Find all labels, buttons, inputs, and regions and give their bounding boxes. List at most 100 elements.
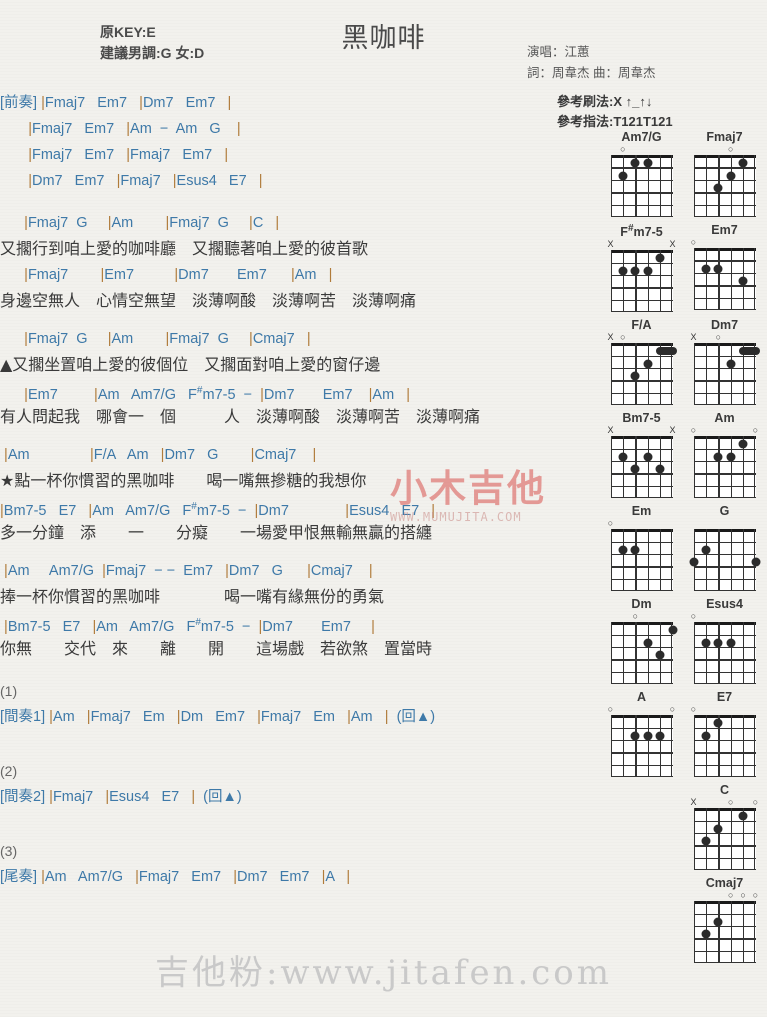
fret-line: [610, 634, 673, 636]
string-line: [730, 248, 733, 310]
fret-line: [693, 857, 756, 860]
fret-line: [693, 634, 756, 636]
chord-diagram-a: A ○ ○: [600, 690, 683, 778]
fret-line: [693, 392, 756, 395]
chord-open-mute-markers: ○ ○: [691, 426, 758, 436]
string-line: [743, 715, 745, 778]
open-string-marker: ○: [607, 704, 614, 715]
chord-sheet: 原KEY:E 建議男調:G 女:D 黑咖啡 演唱：江蕙 詞：周韋杰 曲：周韋杰 …: [0, 0, 767, 1017]
fret-line: [693, 367, 756, 370]
chord-diagram-row: C X ○ ○: [600, 783, 767, 871]
finger-dot: [701, 264, 711, 274]
nut: [693, 715, 756, 719]
string-line: [671, 529, 673, 592]
chord-diagram-row: Bm7-5 X X Am ○ ○: [600, 411, 767, 499]
chord-diagram-dm7: Dm7 X ○: [683, 318, 766, 406]
fret-line: [610, 566, 673, 568]
lyric-line: ★點一杯你慣習的黑咖啡 喝一嘴無摻糖的我想你: [0, 471, 367, 490]
chord-diagram-name: Cmaj7: [705, 876, 744, 891]
chord-open-mute-markers: ○ ○ ○: [694, 890, 758, 901]
lyric-line: 身邊空無人 心情空無望 淡薄啊酸 淡薄啊苦 淡薄啊痛: [0, 291, 417, 310]
fret-line: [693, 179, 756, 182]
string-line: [718, 622, 720, 685]
fret-line: [610, 646, 673, 649]
open-string-marker: ○: [607, 518, 614, 529]
fret-line: [610, 752, 673, 754]
fret-line: [693, 832, 756, 835]
chord-diagram-name: Bm7-5: [622, 411, 661, 426]
chord-diagram-dm: Dm ○: [600, 597, 683, 685]
chord-diagram-row: F#m7-5 X X Em7 ○: [600, 223, 767, 313]
fretboard-grid: [689, 529, 760, 592]
nut: [610, 529, 673, 533]
chord-diagram-row: Em ○ G: [600, 504, 767, 592]
chord-diagram-name: F/A: [631, 318, 652, 333]
open-string-marker: ○: [690, 611, 697, 622]
chord-line: |Fmaj7 Em7 |Am − Am G |: [28, 121, 241, 137]
fret-line: [693, 682, 756, 685]
fret-line: [610, 355, 673, 357]
fret-line: [693, 671, 756, 674]
finger-dot: [643, 266, 653, 276]
nut: [610, 715, 673, 719]
chord-diagram-name: Fmaj7: [706, 130, 743, 144]
finger-dot: [713, 638, 723, 648]
chord-line: |Fmaj7 |Em7 |Dm7 Em7 |Am |: [24, 267, 333, 283]
fretboard-grid: [693, 715, 756, 778]
fret-line: [693, 659, 756, 661]
fret-line: [610, 578, 673, 581]
string-line: [610, 343, 612, 406]
fretboard-grid: [610, 436, 673, 499]
string-line: [635, 715, 637, 778]
fret-line: [693, 541, 756, 543]
chord-diagram-name: E7: [716, 690, 733, 705]
open-string-marker: ○: [690, 237, 697, 247]
chord-diagram-row: F/A X ○ Dm7 X ○: [600, 318, 767, 406]
fretboard-grid: [693, 436, 756, 499]
fret-line: [693, 473, 756, 475]
fretboard-grid: [610, 155, 673, 217]
fret-line: [693, 496, 756, 499]
chord-line: |Fmaj7 G |Am |Fmaj7 G |Cmaj7 |: [24, 331, 311, 347]
barre-bar: [655, 347, 677, 356]
fret-line: [610, 553, 673, 556]
string-line: [743, 529, 745, 592]
open-string-marker: ○: [740, 890, 746, 901]
chord-line: |Am |F/A Am |Dm7 G |Cmaj7 |: [4, 447, 317, 463]
finger-dot: [643, 452, 653, 462]
fret-line: [610, 367, 673, 370]
chord-open-mute-markers: ○: [607, 518, 673, 529]
section-number: (1): [0, 683, 18, 699]
chord-line: |Bm7-5 E7 |Am Am7/G F#m7-5 − |Dm7 |Esus4…: [0, 501, 436, 519]
fret-line: [693, 285, 756, 287]
fret-line: [693, 727, 756, 729]
lyric-line: 又擱行到咱上愛的咖啡廳 又擱聽著咱上愛的彼首歌: [0, 239, 369, 258]
chord-diagram-c: C X ○ ○: [683, 783, 766, 871]
string-line: [622, 715, 625, 778]
string-line: [647, 715, 650, 778]
fret-line: [693, 485, 756, 488]
outro-chord-line: [間奏2] |Fmaj7 |Esus4 E7 | (回▲): [0, 789, 242, 805]
string-line: [610, 715, 612, 778]
string-line: [730, 529, 733, 592]
string-line: [647, 436, 650, 499]
fret-line: [693, 448, 756, 450]
string-line: [693, 248, 695, 310]
diagram-empty: [600, 783, 683, 870]
chord-open-mute-markers: XX: [607, 426, 675, 436]
singer-line: 演唱：江蕙: [527, 45, 590, 59]
finger-dot: [630, 266, 640, 276]
fret-line: [693, 752, 756, 754]
nut: [610, 622, 673, 626]
string-line: [718, 343, 720, 406]
finger-dot: [713, 452, 723, 462]
chord-diagram-row: Dm ○ Esus4 ○: [600, 597, 767, 685]
fret-line: [610, 473, 673, 475]
chord-diagram-name: Em: [631, 504, 652, 519]
string-line: [660, 715, 662, 778]
string-line: [730, 622, 733, 685]
string-line: [635, 529, 637, 592]
